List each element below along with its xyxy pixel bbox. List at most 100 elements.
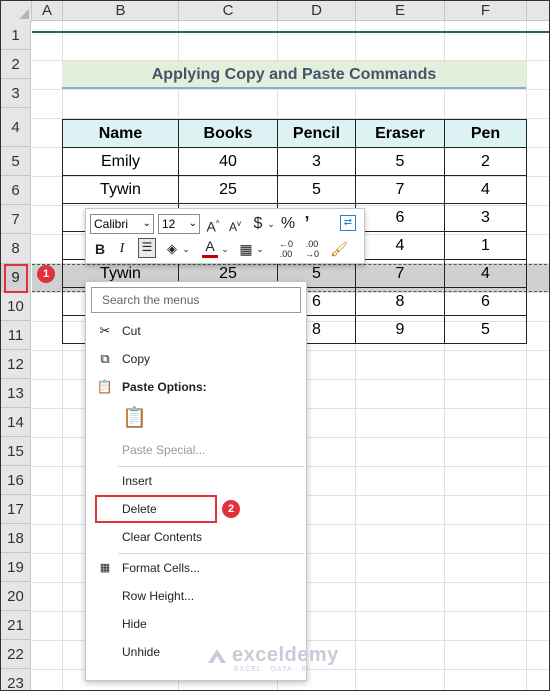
table-cell[interactable]: 3: [277, 147, 356, 176]
row-header-11[interactable]: 11: [1, 321, 31, 350]
column-header-f[interactable]: F: [445, 1, 527, 21]
menu-item-label: Insert: [122, 474, 153, 488]
table-cell[interactable]: 3: [444, 203, 527, 232]
table-cell[interactable]: 4: [355, 231, 445, 260]
mini-toolbar: Calibri ⌄ 12 ⌄ A^ Av $ ⌄ % ’ ⇄ B I ☰ ◈ ⌄ A…: [85, 208, 365, 264]
menu-separator: [118, 466, 304, 467]
chevron-down-icon: ⌄: [142, 218, 151, 229]
table-cell[interactable]: 5: [444, 315, 527, 344]
row-header-18[interactable]: 18: [1, 524, 31, 553]
table-cell[interactable]: 5: [355, 147, 445, 176]
column-header-g[interactable]: [527, 1, 549, 21]
column-header-d[interactable]: D: [278, 1, 356, 21]
watermark-brand: exceldemy: [232, 644, 339, 666]
menu-item-copy[interactable]: ⧉ Copy: [86, 346, 306, 372]
table-cell[interactable]: 4: [444, 259, 527, 288]
font-size-select[interactable]: 12 ⌄: [158, 214, 200, 234]
format-painter-icon[interactable]: 🖌: [330, 239, 348, 259]
row-header-16[interactable]: 16: [1, 466, 31, 495]
row-header-15[interactable]: 15: [1, 437, 31, 466]
row-header-7[interactable]: 7: [1, 205, 31, 234]
increase-font-size-icon[interactable]: A^: [204, 214, 222, 237]
row-header-6[interactable]: 6: [1, 176, 31, 205]
column-header-a[interactable]: A: [32, 1, 63, 21]
table-cell[interactable]: 9: [355, 315, 445, 344]
row-header-14[interactable]: 14: [1, 408, 31, 437]
menu-separator: [118, 553, 304, 554]
menu-item-hide[interactable]: Hide: [86, 611, 306, 637]
borders-icon[interactable]: ▦: [238, 239, 254, 259]
table-cell[interactable]: 5: [277, 175, 356, 204]
font-name-value: Calibri: [94, 217, 129, 231]
row-header-13[interactable]: 13: [1, 379, 31, 408]
row-header-3[interactable]: 3: [1, 79, 31, 108]
row-header-22[interactable]: 22: [1, 640, 31, 669]
font-color-icon[interactable]: A: [202, 237, 218, 258]
italic-icon[interactable]: I: [114, 239, 130, 259]
menu-item-label: Paste Options:: [122, 380, 207, 394]
increase-decimal-icon[interactable]: ←0.00: [276, 239, 296, 259]
chevron-down-icon[interactable]: ⌄: [220, 239, 230, 259]
menu-item-label: Clear Contents: [122, 530, 203, 544]
menu-item-clear-contents[interactable]: Clear Contents: [86, 524, 306, 550]
table-cell[interactable]: 8: [355, 287, 445, 316]
row-header-1[interactable]: 1: [1, 21, 31, 50]
select-all-corner[interactable]: [1, 1, 32, 22]
menu-item-row-height[interactable]: Row Height...: [86, 583, 306, 609]
menu-item-insert[interactable]: Insert: [86, 468, 306, 494]
row-header-21[interactable]: 21: [1, 611, 31, 640]
row-header-8[interactable]: 8: [1, 234, 31, 264]
table-row: Emily 40 3 5 2: [62, 147, 527, 176]
row-header-23[interactable]: 23: [1, 669, 31, 690]
menu-item-label: Hide: [122, 617, 147, 631]
chevron-down-icon[interactable]: ⌄: [255, 239, 265, 259]
column-header-e[interactable]: E: [356, 1, 445, 21]
column-header-b[interactable]: B: [63, 1, 179, 21]
decrease-font-size-icon[interactable]: Av: [226, 214, 244, 237]
table-cell[interactable]: 7: [355, 259, 445, 288]
wrap-text-icon[interactable]: ⇄: [340, 215, 356, 231]
paste-icon[interactable]: 📋: [122, 404, 147, 432]
menu-item-cut[interactable]: ✂ Cut: [86, 318, 306, 344]
table-cell[interactable]: 1: [444, 231, 527, 260]
context-menu: Search the menus ✂ Cut ⧉ Copy 📋 Paste Op…: [85, 281, 307, 681]
table-cell[interactable]: 7: [355, 175, 445, 204]
chevron-down-icon[interactable]: ⌄: [266, 214, 276, 234]
menu-item-format-cells[interactable]: ▦ Format Cells...: [86, 555, 306, 581]
row-header-5[interactable]: 5: [1, 147, 31, 176]
table-cell[interactable]: 2: [444, 147, 527, 176]
row-header-20[interactable]: 20: [1, 582, 31, 611]
table-cell[interactable]: 40: [178, 147, 278, 176]
header-eraser: Eraser: [355, 119, 445, 148]
comma-style-icon[interactable]: ’: [300, 213, 314, 233]
row-header-2[interactable]: 2: [1, 50, 31, 79]
header-books: Books: [178, 119, 278, 148]
row-header-4[interactable]: 4: [1, 108, 31, 147]
font-name-select[interactable]: Calibri ⌄: [90, 214, 154, 234]
chevron-down-icon[interactable]: ⌄: [181, 239, 191, 259]
row-header-10[interactable]: 10: [1, 292, 31, 321]
menu-item-paste-options: 📋 Paste Options:: [86, 374, 306, 400]
row-header-17[interactable]: 17: [1, 495, 31, 524]
table-cell[interactable]: Emily: [62, 147, 179, 176]
align-center-icon[interactable]: ☰: [138, 238, 156, 258]
row-header-19[interactable]: 19: [1, 553, 31, 582]
table-cell[interactable]: 4: [444, 175, 527, 204]
column-header-c[interactable]: C: [179, 1, 278, 21]
table-cell[interactable]: 6: [355, 203, 445, 232]
font-size-value: 12: [162, 217, 176, 231]
row-header-12[interactable]: 12: [1, 350, 31, 379]
search-menus-input[interactable]: Search the menus: [91, 287, 301, 313]
fill-color-icon[interactable]: ◈: [164, 239, 180, 259]
currency-format-icon[interactable]: $: [251, 214, 265, 234]
bold-icon[interactable]: B: [92, 239, 108, 259]
table-cell[interactable]: 25: [178, 175, 278, 204]
menu-item-paste-special[interactable]: Paste Special...: [86, 437, 306, 463]
clipboard-icon: 📋: [96, 379, 114, 394]
table-cell[interactable]: 6: [444, 287, 527, 316]
scissors-icon: ✂: [99, 323, 111, 338]
step-badge-1: 1: [37, 265, 55, 283]
decrease-decimal-icon[interactable]: .00 →0: [302, 239, 322, 259]
table-cell[interactable]: Tywin: [62, 175, 179, 204]
percent-style-icon[interactable]: %: [279, 214, 297, 234]
